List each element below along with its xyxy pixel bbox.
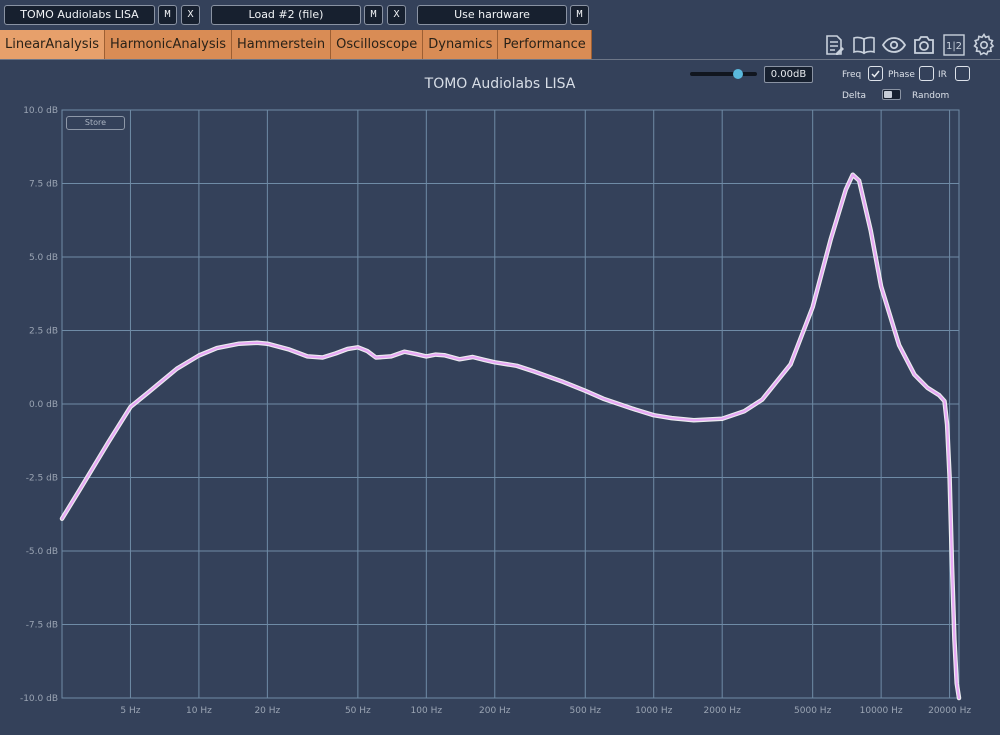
chart-grid [61, 109, 960, 699]
x-tick-label: 500 Hz [570, 706, 602, 716]
store-button[interactable]: Store [66, 116, 125, 130]
y-tick-label: 7.5 dB [29, 180, 58, 190]
y-tick-label: 10.0 dB [23, 106, 58, 116]
phase-label: Phase [888, 70, 915, 80]
ir-label: IR [938, 70, 947, 80]
phase-checkbox[interactable] [919, 66, 934, 81]
y-tick-label: -5.0 dB [26, 547, 58, 557]
delta-toggle[interactable] [882, 89, 901, 100]
delta-label: Delta [842, 91, 867, 101]
y-tick-label: 5.0 dB [29, 253, 58, 263]
x-tick-label: 50 Hz [345, 706, 371, 716]
y-tick-label: -2.5 dB [26, 474, 58, 484]
x-tick-label: 20 Hz [254, 706, 280, 716]
x-tick-label: 5000 Hz [794, 706, 832, 716]
ir-checkbox[interactable] [955, 66, 970, 81]
gain-slider[interactable] [690, 67, 757, 81]
gain-value-field[interactable]: 0.00dB [764, 66, 813, 83]
delta-toggle-knob [884, 91, 892, 98]
x-tick-label: 1000 Hz [635, 706, 673, 716]
y-tick-label: -7.5 dB [26, 621, 58, 631]
random-label: Random [912, 91, 950, 101]
x-tick-label: 100 Hz [411, 706, 443, 716]
x-tick-label: 5 Hz [120, 706, 140, 716]
x-tick-label: 10 Hz [186, 706, 212, 716]
check-icon [871, 70, 880, 78]
x-tick-label: 10000 Hz [860, 706, 903, 716]
chart-title: TOMO Audiolabs LISA [424, 76, 576, 92]
y-tick-labels: 10.0 dB 7.5 dB 5.0 dB 2.5 dB 0.0 dB -2.5 dB -5… [20, 106, 58, 704]
frequency-response-chart: 10.0 dB 7.5 dB 5.0 dB 2.5 dB 0.0 dB -2.5 dB -5… [20, 106, 971, 716]
y-tick-label: -10.0 dB [20, 694, 58, 704]
y-tick-label: 2.5 dB [29, 327, 58, 337]
x-tick-label: 2000 Hz [704, 706, 742, 716]
x-tick-label: 20000 Hz [928, 706, 971, 716]
freq-label: Freq [842, 70, 862, 80]
x-tick-label: 200 Hz [479, 706, 511, 716]
response-curve [60, 173, 961, 700]
freq-checkbox[interactable] [868, 66, 883, 81]
x-tick-labels: 5 Hz 10 Hz 20 Hz 50 Hz 100 Hz 200 Hz 500 Hz 100… [120, 706, 971, 716]
gain-slider-knob[interactable] [733, 69, 743, 79]
gain-slider-track [690, 72, 757, 76]
y-tick-label: 0.0 dB [29, 400, 58, 410]
response-curve-outline [59, 172, 962, 701]
